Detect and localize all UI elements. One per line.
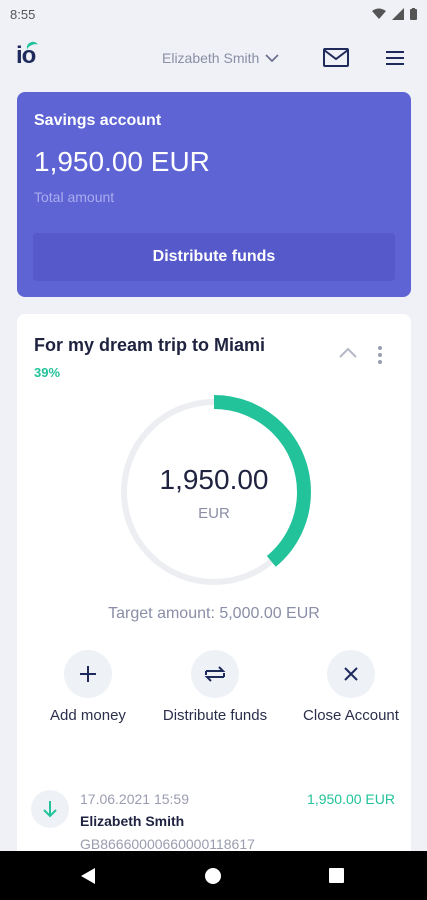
goal-current-amount: 1,950.00 xyxy=(159,464,269,495)
chevron-up-icon[interactable] xyxy=(337,346,359,360)
goal-currency: EUR xyxy=(198,505,230,522)
status-icons xyxy=(372,8,417,20)
user-name: Elizabeth Smith xyxy=(162,50,260,66)
plus-icon xyxy=(80,666,96,682)
transaction-iban: GB86660000660000118617 xyxy=(80,836,255,852)
arrow-down-icon xyxy=(43,801,57,818)
add-money-button[interactable]: Add money xyxy=(33,650,143,725)
close-account-button[interactable]: Close Account xyxy=(296,650,406,725)
goal-progress-percent: 39% xyxy=(34,365,61,380)
app-header: io Elizabeth Smith xyxy=(0,36,427,80)
savings-total-label: Total amount xyxy=(34,189,115,205)
transfer-icon xyxy=(204,666,226,682)
signal-icon xyxy=(392,8,404,20)
recent-apps-icon[interactable] xyxy=(329,868,344,883)
goal-target-amount: Target amount: 5,000.00 EUR xyxy=(108,605,320,622)
close-account-label: Close Account xyxy=(303,707,399,724)
goal-title: For my dream trip to Miami xyxy=(34,335,266,355)
distribute-funds-label: Distribute funds xyxy=(162,707,268,724)
hamburger-menu-icon[interactable] xyxy=(384,48,406,68)
savings-total-amount: 1,950.00 EUR xyxy=(34,146,210,177)
wifi-icon xyxy=(372,8,386,19)
savings-account-title: Savings account xyxy=(34,112,162,129)
distribute-funds-action-button[interactable]: Distribute funds xyxy=(160,650,270,725)
status-bar: 8:55 xyxy=(0,0,427,28)
transaction-row[interactable]: 17.06.2021 15:59 Elizabeth Smith GB86660… xyxy=(17,780,411,856)
back-icon[interactable] xyxy=(80,867,96,885)
battery-icon xyxy=(410,8,417,20)
user-menu[interactable]: Elizabeth Smith xyxy=(162,50,279,66)
home-icon[interactable] xyxy=(205,868,221,884)
status-time: 8:55 xyxy=(10,6,36,22)
add-money-label: Add money xyxy=(50,707,126,724)
savings-goal-card: For my dream trip to Miami 39% 1,950.00 … xyxy=(17,314,411,874)
transaction-amount: 1,950.00 EUR xyxy=(307,791,395,807)
close-account-icon-circle xyxy=(327,650,375,698)
transaction-icon-circle xyxy=(31,790,69,828)
distribute-funds-button[interactable]: Distribute funds xyxy=(33,233,395,281)
more-options-icon[interactable] xyxy=(375,344,385,366)
transaction-name: Elizabeth Smith xyxy=(80,813,185,829)
mail-icon[interactable] xyxy=(322,46,350,70)
savings-account-card: Savings account 1,950.00 EUR Total amoun… xyxy=(17,92,411,297)
system-navigation-bar xyxy=(0,851,427,900)
transaction-date: 17.06.2021 15:59 xyxy=(80,791,189,807)
add-money-icon-circle xyxy=(64,650,112,698)
close-icon xyxy=(344,667,358,681)
distribute-funds-icon-circle xyxy=(191,650,239,698)
chevron-down-icon xyxy=(265,53,279,62)
